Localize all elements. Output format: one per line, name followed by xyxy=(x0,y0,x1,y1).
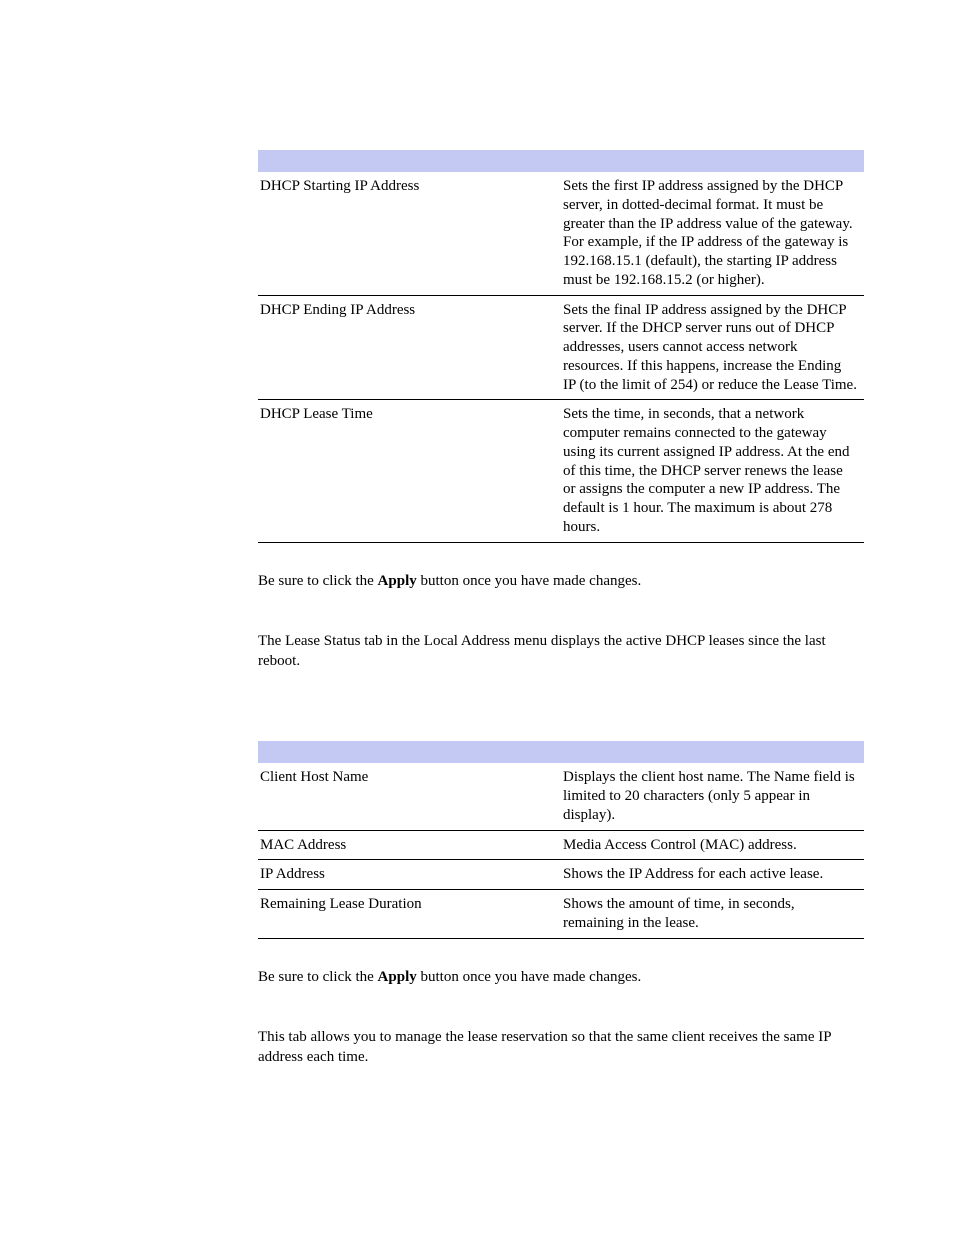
text: Be sure to click the xyxy=(258,969,378,985)
table-header-desc xyxy=(561,150,864,172)
desc-cell: Sets the first IP address assigned by th… xyxy=(561,172,864,295)
apply-bold: Apply xyxy=(378,573,417,589)
desc-cell: Displays the client host name. The Name … xyxy=(561,763,864,830)
desc-cell: Media Access Control (MAC) address. xyxy=(561,830,864,860)
apply-bold: Apply xyxy=(378,969,417,985)
lease-status-table: Client Host Name Displays the client hos… xyxy=(258,741,864,938)
option-cell: Client Host Name xyxy=(258,763,561,830)
table-row: Client Host Name Displays the client hos… xyxy=(258,763,864,830)
text: button once you have made changes. xyxy=(417,969,642,985)
option-cell: DHCP Ending IP Address xyxy=(258,295,561,400)
page: DHCP Starting IP Address Sets the first … xyxy=(0,0,954,1235)
desc-cell: Sets the final IP address assigned by th… xyxy=(561,295,864,400)
table-row: Remaining Lease Duration Shows the amoun… xyxy=(258,890,864,939)
text: Be sure to click the xyxy=(258,573,378,589)
option-cell: MAC Address xyxy=(258,830,561,860)
desc-cell: Shows the amount of time, in seconds, re… xyxy=(561,890,864,939)
table-row: DHCP Starting IP Address Sets the first … xyxy=(258,172,864,295)
desc-cell: Shows the IP Address for each active lea… xyxy=(561,860,864,890)
table-header-row xyxy=(258,741,864,763)
text: button once you have made changes. xyxy=(417,573,642,589)
option-cell: IP Address xyxy=(258,860,561,890)
table-header-row xyxy=(258,150,864,172)
table-header-option xyxy=(258,741,561,763)
option-cell: DHCP Lease Time xyxy=(258,400,561,542)
table-row: DHCP Ending IP Address Sets the final IP… xyxy=(258,295,864,400)
apply-note-1: Be sure to click the Apply button once y… xyxy=(258,571,864,591)
option-cell: DHCP Starting IP Address xyxy=(258,172,561,295)
table-header-desc xyxy=(561,741,864,763)
dhcp-options-table: DHCP Starting IP Address Sets the first … xyxy=(258,150,864,543)
lease-reservation-intro: This tab allows you to manage the lease … xyxy=(258,1027,864,1068)
table-header-option xyxy=(258,150,561,172)
option-cell: Remaining Lease Duration xyxy=(258,890,561,939)
lease-status-intro: The Lease Status tab in the Local Addres… xyxy=(258,631,864,672)
table-row: IP Address Shows the IP Address for each… xyxy=(258,860,864,890)
desc-cell: Sets the time, in seconds, that a networ… xyxy=(561,400,864,542)
table-row: DHCP Lease Time Sets the time, in second… xyxy=(258,400,864,542)
table-row: MAC Address Media Access Control (MAC) a… xyxy=(258,830,864,860)
apply-note-2: Be sure to click the Apply button once y… xyxy=(258,967,864,987)
